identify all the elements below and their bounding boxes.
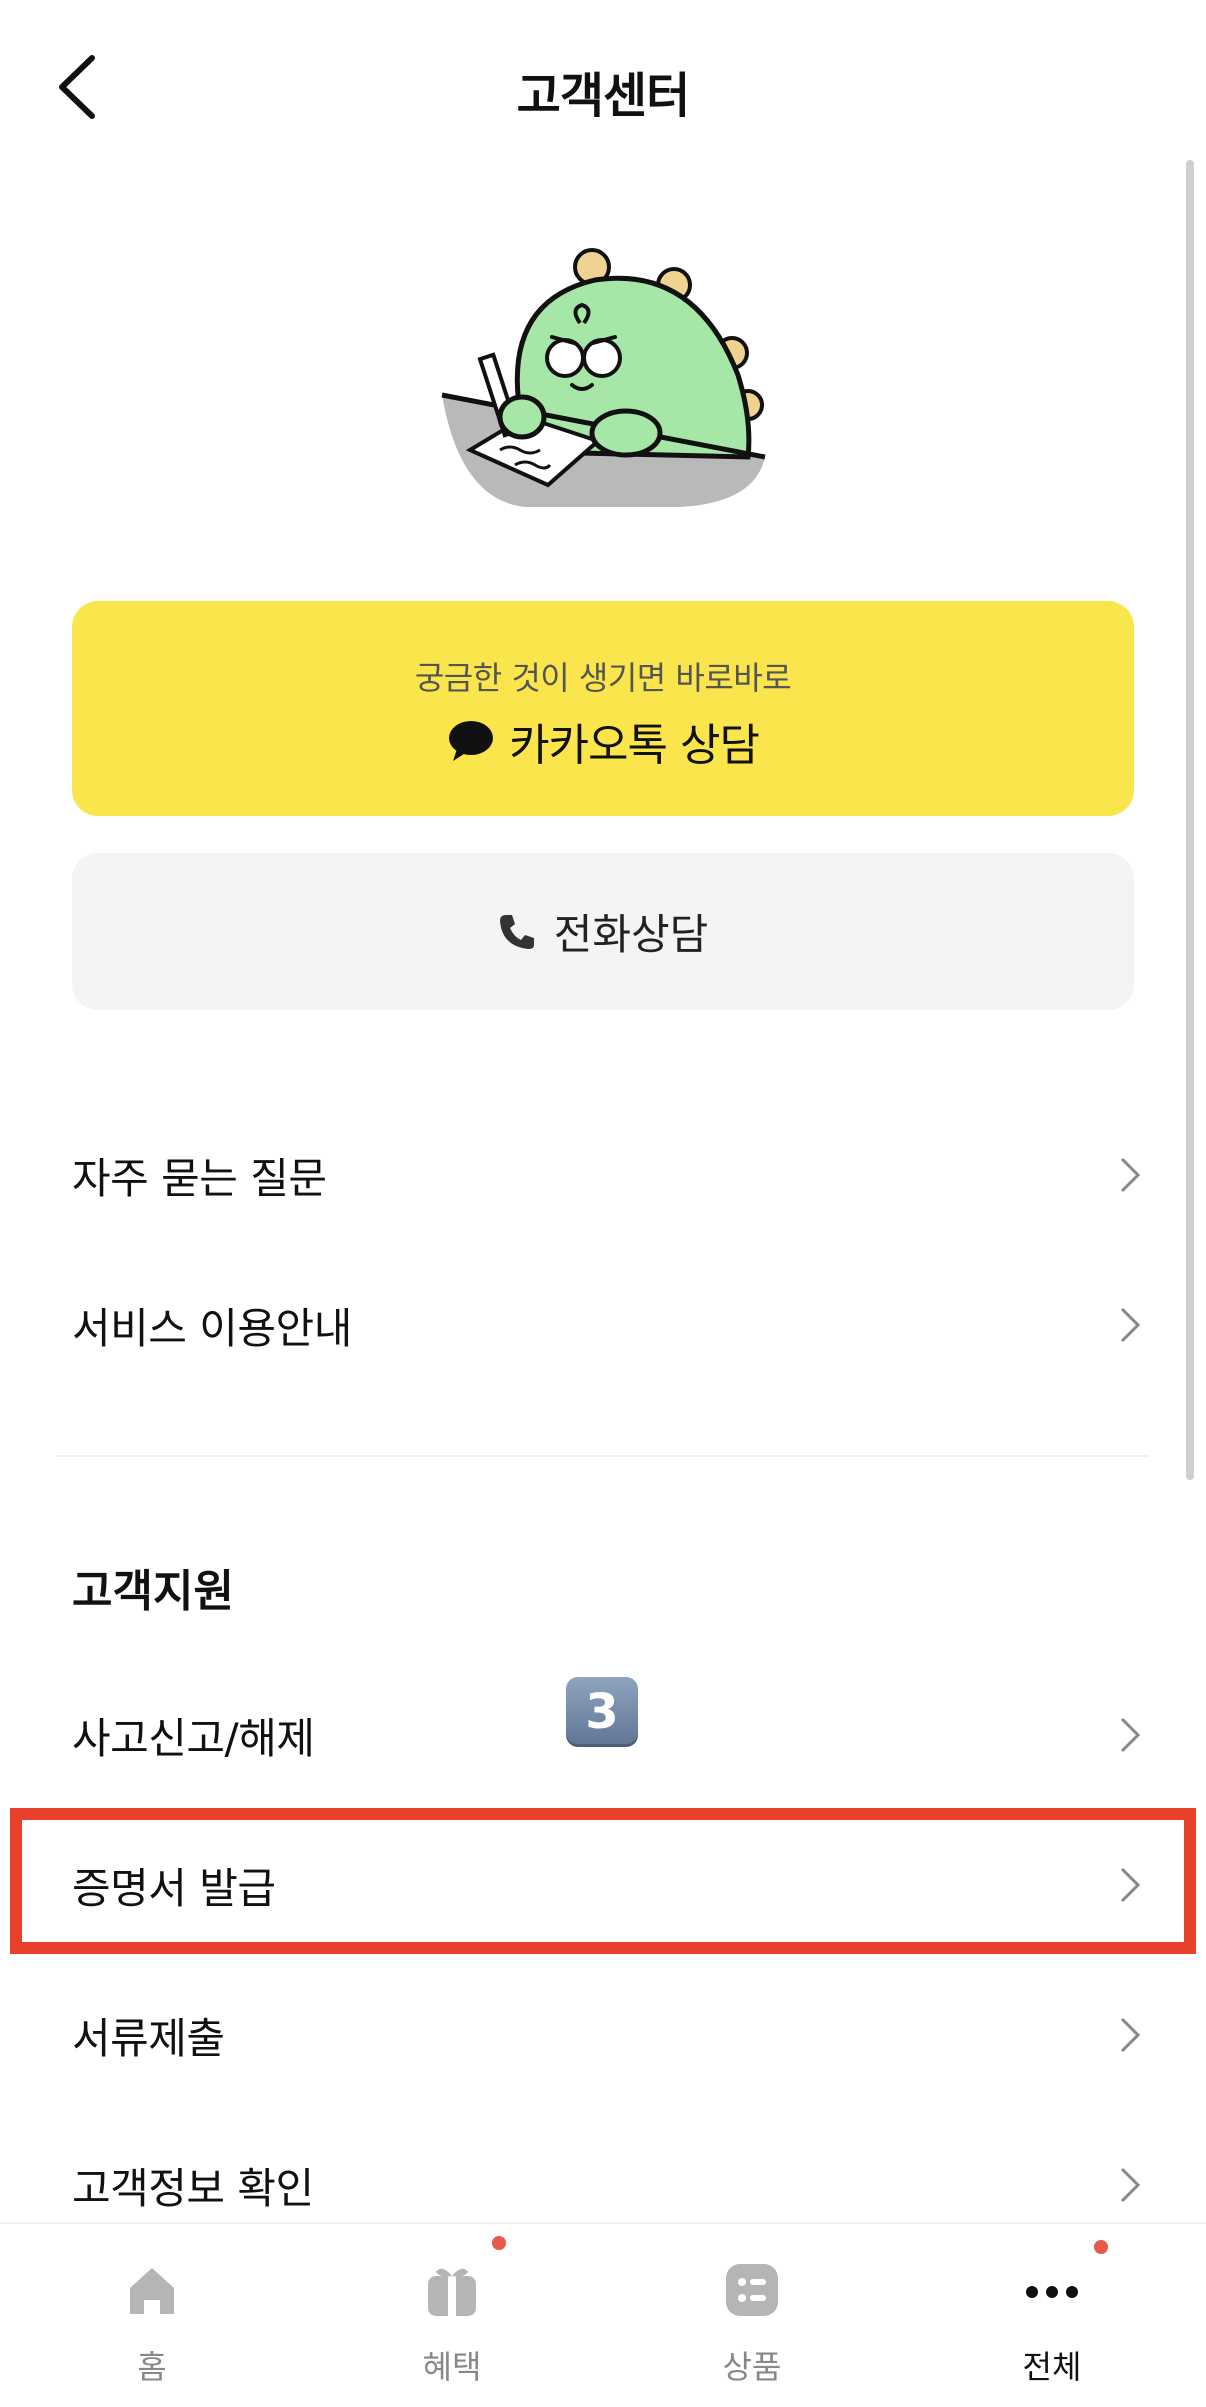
chevron-right-icon — [1120, 2017, 1141, 2053]
notification-dot — [1094, 2240, 1108, 2254]
writing-dinosaur-illustration — [441, 248, 766, 507]
header: 고객센터 — [0, 0, 1206, 175]
nav-all[interactable]: 전체 — [952, 2224, 1152, 2407]
nav-label: 전체 — [1022, 2348, 1082, 2386]
nav-benefits[interactable]: 혜택 — [352, 2224, 552, 2407]
nav-products[interactable]: 상품 — [652, 2224, 852, 2407]
kakaotalk-consult-main: 카카오톡 상담 — [72, 709, 1134, 773]
home-icon — [130, 2268, 174, 2314]
phone-consult-button[interactable]: 전화상담 — [72, 853, 1134, 1010]
phone-icon — [499, 914, 534, 949]
product-list-icon — [726, 2264, 778, 2316]
nav-label: 홈 — [137, 2348, 167, 2386]
chevron-right-icon — [1120, 2167, 1141, 2203]
more-dots-icon — [1026, 2286, 1078, 2298]
nav-label: 상품 — [722, 2348, 782, 2386]
list-item-label: 자주 묻는 질문 — [72, 1153, 327, 1203]
highlight-box — [10, 1808, 1196, 1954]
nav-label: 혜택 — [422, 2348, 482, 2386]
notification-dot — [492, 2236, 506, 2250]
list-item-label: 고객정보 확인 — [72, 2163, 314, 2213]
divider — [56, 1455, 1150, 1457]
page-title: 고객센터 — [516, 68, 691, 124]
chevron-right-icon — [1120, 1717, 1141, 1753]
speech-bubble-icon — [449, 721, 494, 761]
customer-center-screen: 고객센터 궁금한 것이 생기면 바로바로 카카오톡 상담 전화상담 자주 묻는 … — [0, 0, 1206, 2407]
gift-icon — [428, 2268, 476, 2316]
bottom-navigation: 홈 혜택 상품 전체 — [0, 2222, 1206, 2407]
list-item-faq[interactable]: 자주 묻는 질문 — [0, 1100, 1206, 1250]
phone-consult-label: 전화상담 — [553, 910, 709, 959]
list-item-label: 사고신고/해제 — [72, 1713, 315, 1763]
list-item-document-submit[interactable]: 서류제출 — [0, 1960, 1206, 2110]
section-title-support: 고객지원 — [72, 1566, 234, 1617]
chevron-right-icon — [1120, 1307, 1141, 1343]
list-item-service-guide[interactable]: 서비스 이용안내 — [0, 1250, 1206, 1400]
kakaotalk-consult-button[interactable]: 궁금한 것이 생기면 바로바로 카카오톡 상담 — [72, 601, 1134, 816]
list-item-label: 서류제출 — [72, 2013, 225, 2063]
nav-home[interactable]: 홈 — [52, 2224, 252, 2407]
chevron-right-icon — [1120, 1157, 1141, 1193]
kakaotalk-consult-label: 카카오톡 상담 — [509, 720, 760, 771]
list-item-label: 서비스 이용안내 — [72, 1303, 352, 1353]
step-number-badge: 3 — [566, 1677, 638, 1747]
kakaotalk-consult-subtitle: 궁금한 것이 생기면 바로바로 — [414, 659, 792, 697]
